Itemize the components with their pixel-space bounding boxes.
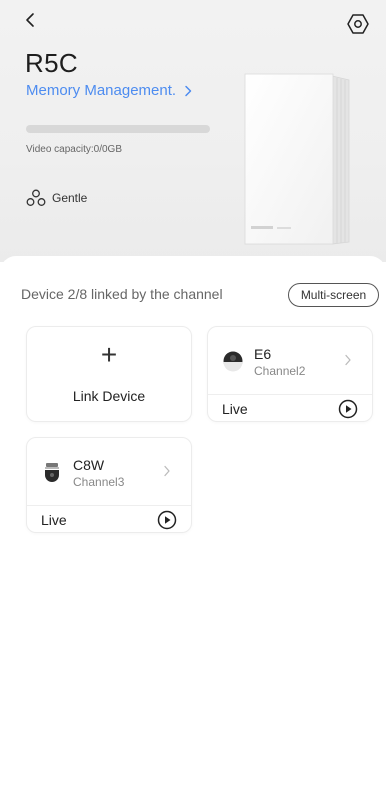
chevron-right-icon [185,85,192,96]
chevron-right-icon [164,465,170,477]
camera-details-row[interactable]: C8W Channel3 [27,438,191,505]
device-name: R5C [25,48,78,78]
chevron-right-icon [345,354,351,366]
channel-summary: Device 2/8 linked by the channel [21,286,223,302]
camera-name: E6 [254,346,272,362]
back-button[interactable] [20,10,40,30]
live-label: Live [222,401,248,417]
outdoor-camera-icon [45,463,59,482]
camera-details-row[interactable]: E6 Channel2 [208,327,372,394]
nvr-device-image [244,73,350,245]
settings-button[interactable] [344,10,372,38]
capacity-progress-bar [26,125,210,133]
camera-card: C8W Channel3 Live [26,437,192,533]
fan-icon [26,189,46,206]
fan-mode-label: Gentle [52,191,88,205]
device-hero: R5C Memory Management. Video capacity:0/… [0,0,386,262]
chevron-left-icon [26,13,34,27]
camera-card: E6 Channel2 Live [207,326,373,422]
live-label: Live [41,512,67,528]
settings-hexagon-icon [347,14,369,34]
memory-management-label: Memory Management. [26,82,177,99]
camera-live-row[interactable]: Live [27,506,191,534]
dome-camera-icon [223,351,243,372]
fan-mode[interactable]: Gentle [26,189,87,207]
camera-channel: Channel3 [73,475,125,489]
play-circle-icon[interactable] [157,510,177,530]
camera-live-row[interactable]: Live [208,395,372,423]
memory-management-link[interactable]: Memory Management. [26,82,192,99]
play-circle-icon[interactable] [338,399,358,419]
plus-icon: + [100,339,118,370]
capacity-text: Video capacity:0/0GB [26,144,122,155]
link-device-label: Link Device [72,388,146,404]
link-device-card[interactable]: + Link Device [26,326,192,422]
multi-screen-button[interactable]: Multi-screen [288,283,379,307]
camera-channel: Channel2 [254,364,306,378]
camera-name: C8W [73,457,105,473]
